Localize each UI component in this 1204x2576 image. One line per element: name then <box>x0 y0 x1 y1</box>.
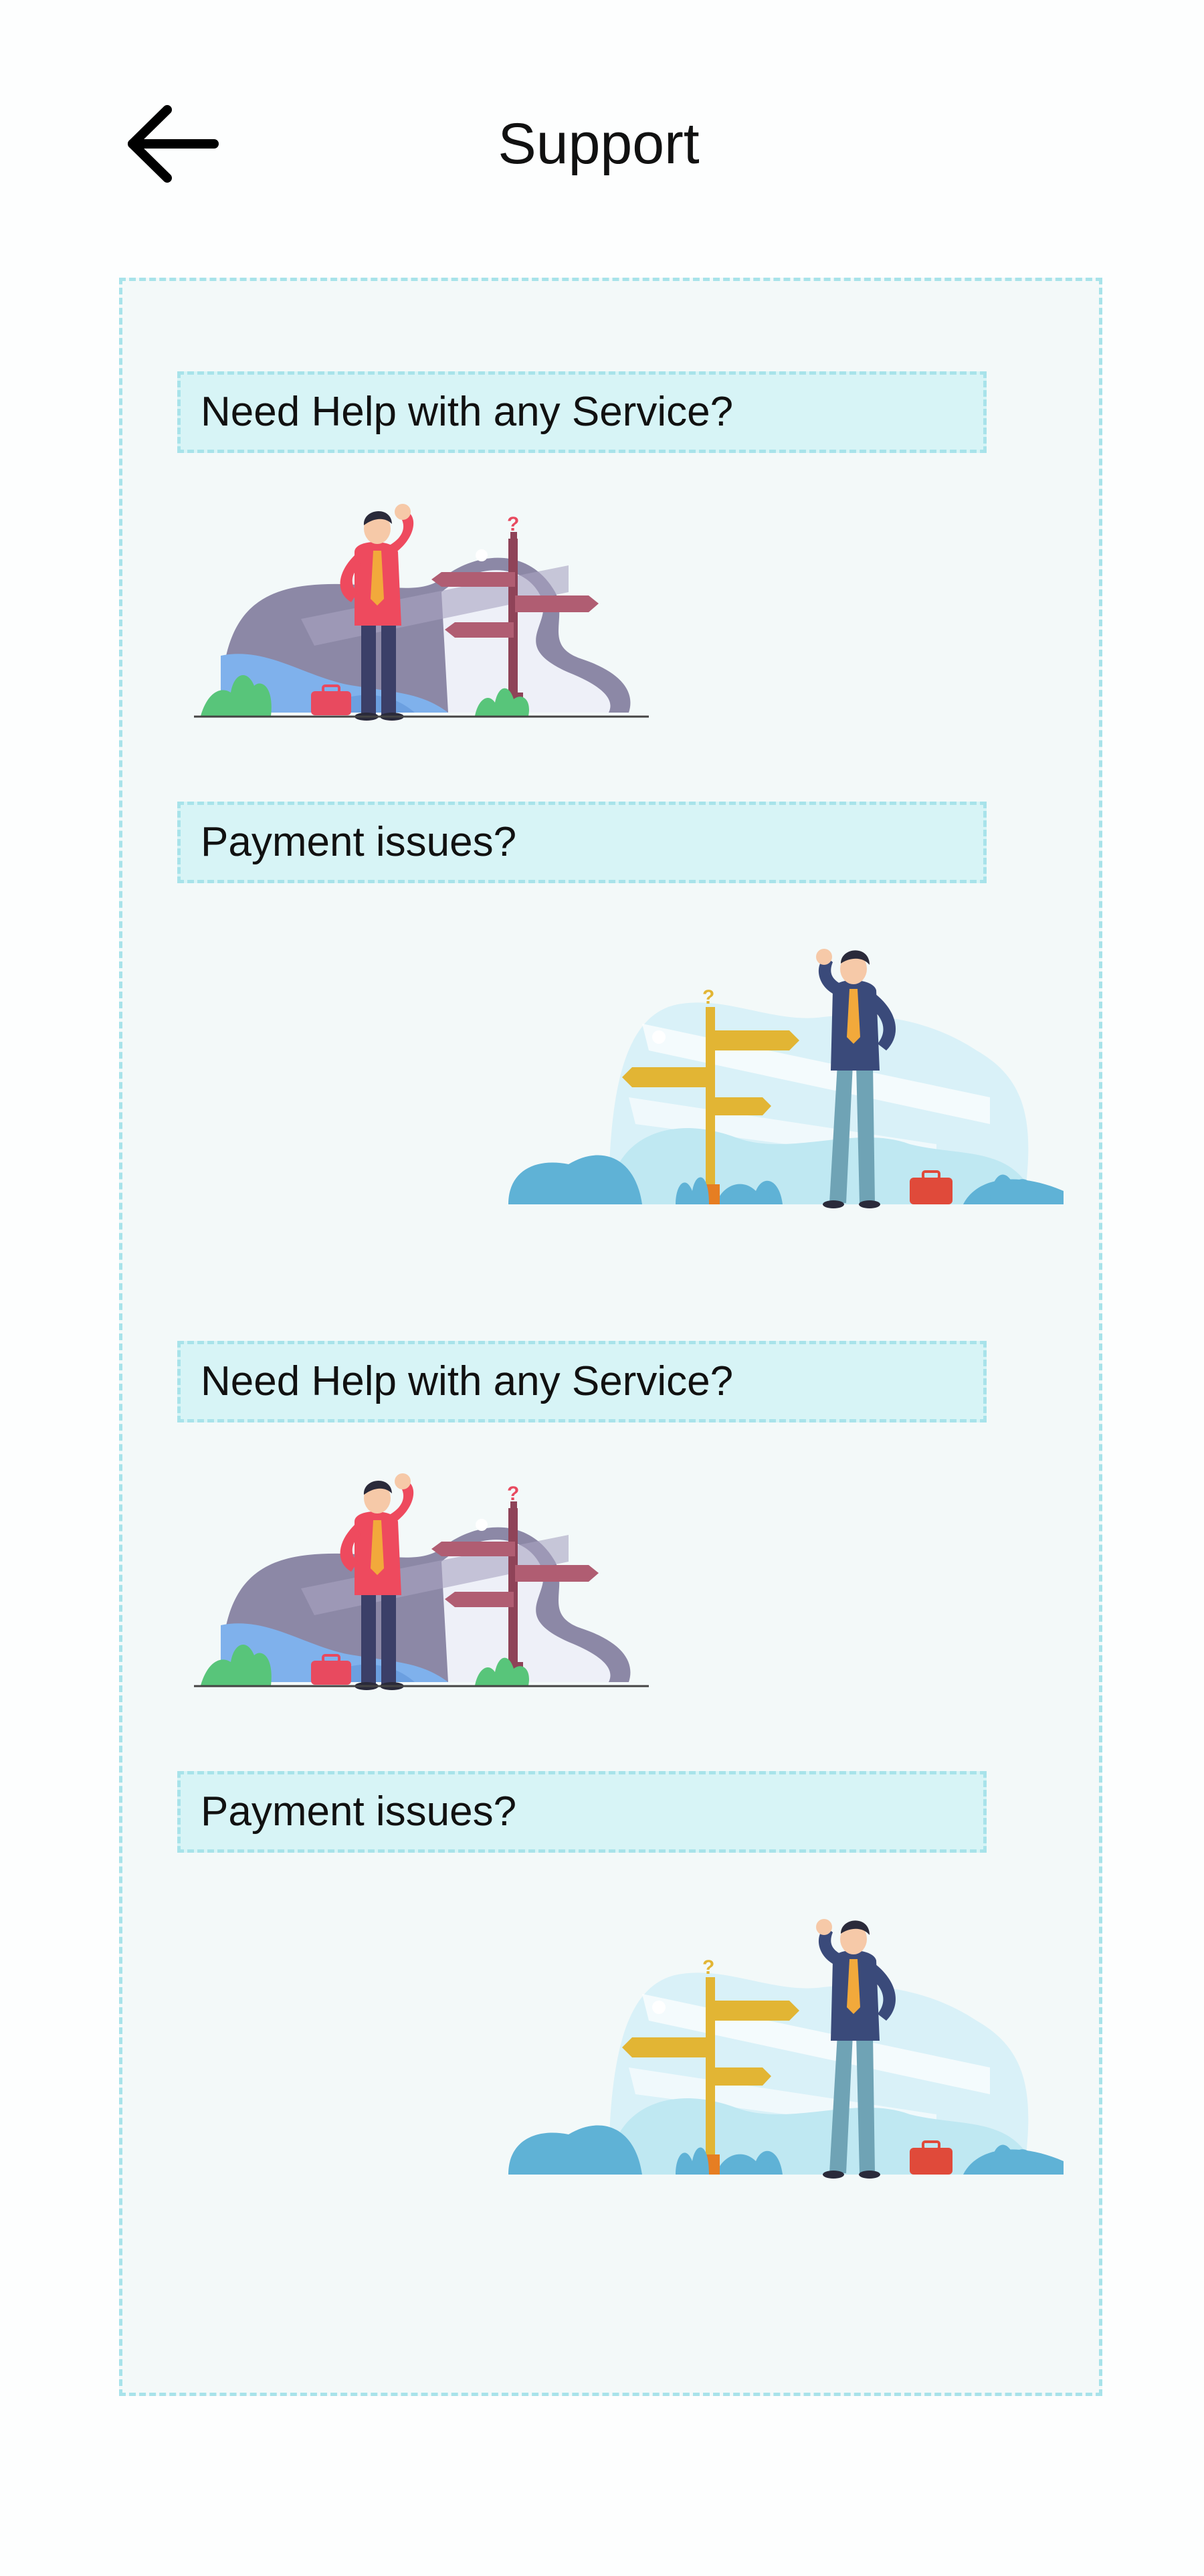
svg-text:?: ? <box>702 986 714 1008</box>
section-heading-payment-issues[interactable]: Payment issues? <box>177 802 987 883</box>
section-heading-service-help[interactable]: Need Help with any Service? <box>177 371 987 453</box>
confused-man-signpost-red-illustration: ? <box>194 504 649 721</box>
confused-man-signpost-yellow-illustration: ? <box>508 949 1064 1208</box>
section-heading-payment-issues-2[interactable]: Payment issues? <box>177 1771 987 1853</box>
svg-text:?: ? <box>702 1956 714 1979</box>
page-title-text: Support <box>498 112 700 176</box>
confused-man-signpost-yellow-illustration-2: ? <box>508 1919 1064 2179</box>
svg-text:?: ? <box>507 1483 519 1505</box>
section-heading-service-help-2[interactable]: Need Help with any Service? <box>177 1341 987 1422</box>
svg-text:?: ? <box>507 513 519 535</box>
confused-man-signpost-red-illustration-2: ? <box>194 1473 649 1690</box>
page-title: Support <box>0 110 1204 177</box>
